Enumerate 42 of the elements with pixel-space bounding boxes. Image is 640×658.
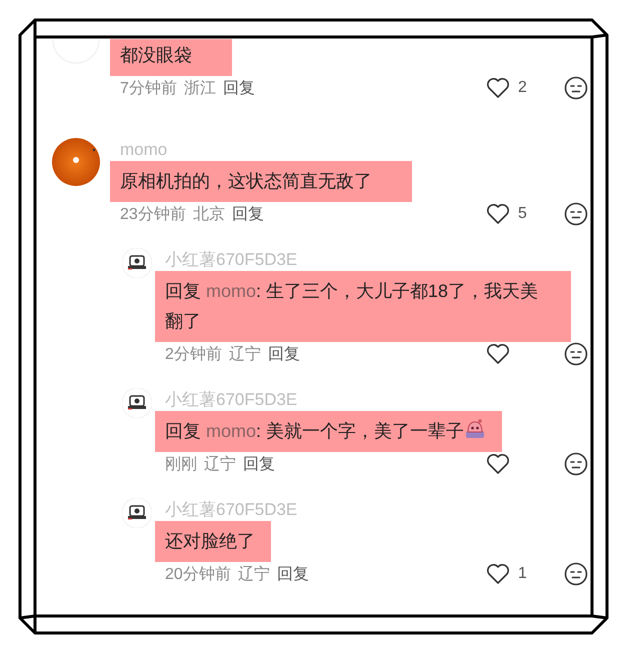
emoji-face-icon[interactable] — [564, 342, 588, 366]
heart-icon[interactable] — [486, 77, 510, 99]
username[interactable]: momo — [120, 138, 588, 162]
emoji-face-icon[interactable] — [564, 202, 588, 226]
comment-text: 回复 momo: 美就一个字，美了一辈子 — [165, 416, 486, 446]
timestamp: 23分钟前 — [120, 204, 186, 224]
reply-link[interactable]: 回复 — [222, 78, 255, 98]
emoji-face-icon[interactable] — [564, 76, 588, 100]
emoji-face-icon[interactable] — [564, 562, 588, 586]
heart-icon[interactable] — [486, 203, 510, 225]
username[interactable]: 小红薯670F5D3E — [165, 388, 588, 412]
reply-link[interactable]: 回复 — [243, 454, 275, 474]
location: 北京 — [192, 204, 225, 224]
comment-text: 还对脸绝了 — [165, 530, 255, 553]
emoji-face-icon[interactable] — [564, 452, 588, 476]
username[interactable]: 小红薯670F5D3E — [165, 498, 588, 522]
like-count: 1 — [518, 565, 527, 583]
mention-link[interactable]: momo — [206, 281, 256, 301]
location: 辽宁 — [228, 344, 261, 364]
heart-icon[interactable] — [486, 343, 510, 365]
comment-text: 原相机拍的，这状态简直无敌了 — [120, 170, 372, 193]
location: 浙江 — [184, 78, 216, 98]
like-count: 2 — [518, 79, 527, 97]
comment-text: 都没眼袋 — [120, 44, 192, 67]
timestamp: 刚刚 — [165, 454, 197, 474]
reply-link[interactable]: 回复 — [268, 344, 300, 364]
reply-link[interactable]: 回复 — [232, 204, 264, 224]
heart-icon[interactable] — [486, 563, 510, 585]
like-count: 5 — [518, 205, 527, 223]
comment-text: 回复 momo: 生了三个，大儿子都18了，我天美翻了 — [165, 280, 540, 333]
avatar[interactable] — [122, 248, 152, 278]
avatar[interactable] — [122, 498, 152, 528]
timestamp: 2分钟前 — [165, 344, 222, 364]
mention-link[interactable]: momo — [206, 421, 256, 441]
username[interactable]: 小红薯670F5D3E — [165, 248, 588, 272]
heart-icon[interactable] — [486, 453, 510, 475]
location: 辽宁 — [204, 454, 236, 474]
avatar[interactable] — [122, 388, 152, 418]
location: 辽宁 — [238, 564, 270, 584]
timestamp: 20分钟前 — [165, 564, 231, 584]
reply-link[interactable]: 回复 — [276, 564, 309, 584]
timestamp: 7分钟前 — [120, 78, 177, 98]
